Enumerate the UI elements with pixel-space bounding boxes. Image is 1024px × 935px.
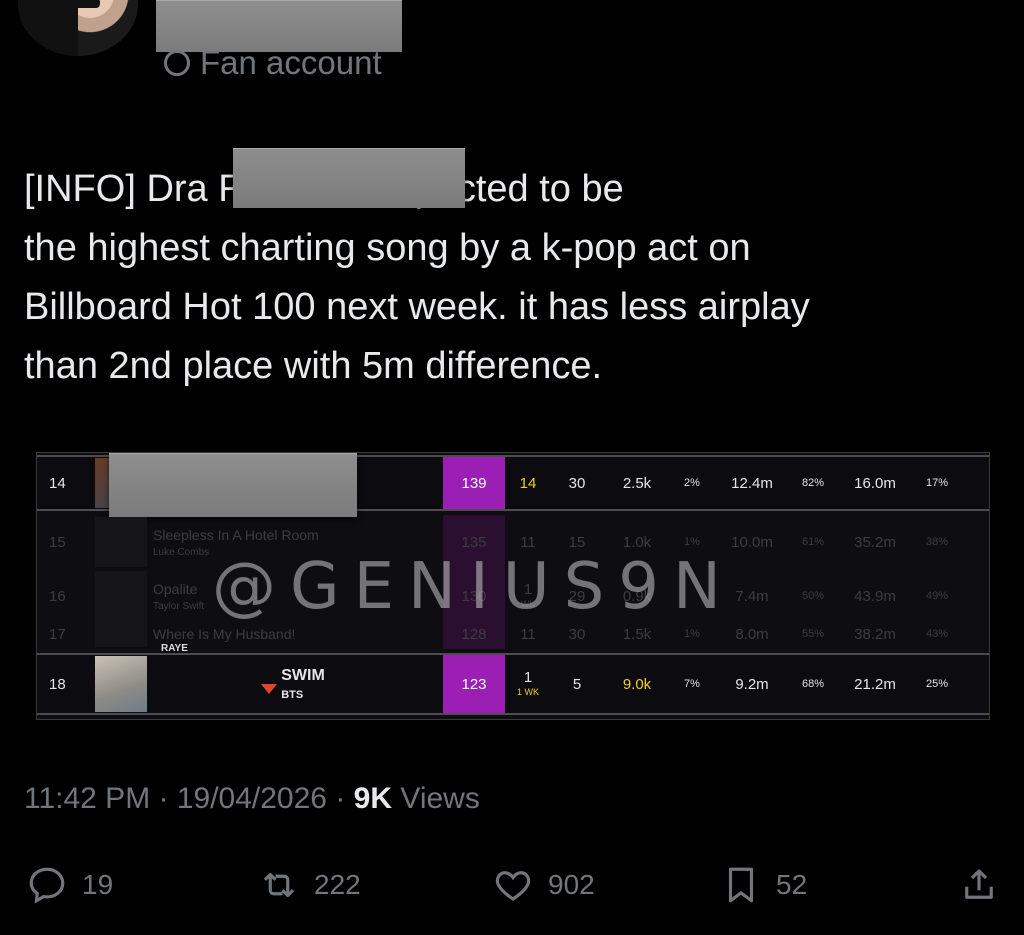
weeks-cell: 5 <box>572 675 582 693</box>
sales-cell: 2.5k <box>622 474 652 492</box>
streams-pct-cell: 17% <box>925 477 949 489</box>
redacted-chart-title <box>109 453 357 517</box>
sales-cell: 9.0k <box>622 675 652 693</box>
weeks-cell: 30 <box>568 474 586 492</box>
album-art <box>95 621 147 647</box>
avatar[interactable] <box>18 0 138 56</box>
views-count: 9K <box>353 782 393 815</box>
like-button[interactable]: 902 <box>492 864 595 906</box>
weeks-cell: 15 <box>568 533 586 551</box>
tweet-meta: 11:42 PM · 19/04/2026 · 9K Views <box>24 782 480 816</box>
rank: 15 <box>49 533 66 551</box>
airplay-pct-cell: 61% <box>801 536 825 548</box>
streams-cell: 21.2m <box>854 675 896 693</box>
song-info: SWIM BTS <box>153 667 443 701</box>
reply-icon <box>29 867 65 904</box>
peak-cell: 1 1 WK <box>516 668 539 698</box>
like-count: 902 <box>548 869 595 900</box>
streams-pct-cell: 25% <box>925 678 949 690</box>
song-artist: BTS <box>281 689 304 701</box>
account-label: Fan account <box>164 44 382 82</box>
points-cell: 123 <box>443 655 505 713</box>
down-arrow-icon <box>261 684 278 694</box>
sales-pct-cell: 1% <box>684 536 700 548</box>
peak-cell: 11 <box>520 625 536 643</box>
rank: 17 <box>49 625 66 643</box>
bookmark-count: 52 <box>776 869 808 900</box>
album-art <box>95 656 147 712</box>
bookmark-icon <box>728 867 754 903</box>
airplay-pct-cell: 50% <box>801 590 825 602</box>
watermark: @GENIUS9N <box>212 550 735 624</box>
peak-cell: 14 <box>519 474 537 492</box>
action-bar: 19 222 902 52 <box>0 864 1024 914</box>
airplay-pct-cell: 55% <box>801 628 825 640</box>
like-icon <box>495 871 531 901</box>
sales-pct-cell: 2% <box>684 477 700 489</box>
streams-cell: 43.9m <box>854 587 896 605</box>
bookmark-button[interactable]: 52 <box>720 864 807 906</box>
rank: 18 <box>49 675 66 693</box>
sales-cell: 1.0k <box>622 533 652 551</box>
streams-cell: 38.2m <box>854 625 896 643</box>
song-title: Where Is My Husband! <box>153 626 296 642</box>
rank: 14 <box>49 474 66 492</box>
sales-pct-cell: 7% <box>684 678 700 690</box>
streams-cell: 35.2m <box>854 533 896 551</box>
points-cell: 139 <box>443 457 505 509</box>
fan-badge-icon <box>164 50 190 76</box>
views-label: Views <box>392 782 480 815</box>
share-icon <box>965 869 993 899</box>
song-title: SWIM <box>281 667 325 684</box>
reply-count: 19 <box>82 869 114 900</box>
share-button[interactable] <box>958 864 1000 906</box>
streams-pct-cell: 49% <box>925 590 949 602</box>
streams-pct-cell: 43% <box>925 628 949 640</box>
repost-count: 222 <box>314 869 361 900</box>
airplay-pct-cell: 68% <box>801 678 825 690</box>
airplay-cell: 10.0m <box>731 533 773 551</box>
weeks-cell: 30 <box>568 625 586 643</box>
tweet-text: [INFO] Dra Remix is expected to be the h… <box>24 168 810 387</box>
chart-row: 18 SWIM BTS 123 1 1 WK 5 9.0k 7% 9.2m 68… <box>37 653 989 715</box>
streams-cell: 16.0m <box>854 474 896 492</box>
album-art <box>95 571 147 621</box>
rank: 16 <box>49 587 66 605</box>
song-info: Where Is My Husband! <box>153 626 443 642</box>
airplay-cell: 8.0m <box>735 625 769 643</box>
timestamp[interactable]: 11:42 PM · 19/04/2026 · <box>24 782 354 815</box>
song-title: Sleepless In A Hotel Room <box>153 526 319 543</box>
airplay-pct-cell: 82% <box>801 477 825 489</box>
airplay-cell: 9.2m <box>735 675 769 693</box>
repost-button[interactable]: 222 <box>258 864 361 906</box>
sales-cell: 1.5k <box>622 625 652 643</box>
sales-pct-cell: 1% <box>684 628 700 640</box>
peak-cell: 11 <box>520 533 536 551</box>
repost-icon <box>263 872 295 898</box>
redacted-song-title <box>233 148 465 208</box>
reply-button[interactable]: 19 <box>26 864 113 906</box>
streams-pct-cell: 38% <box>925 536 949 548</box>
airplay-cell: 12.4m <box>731 474 773 492</box>
album-art <box>95 517 147 567</box>
